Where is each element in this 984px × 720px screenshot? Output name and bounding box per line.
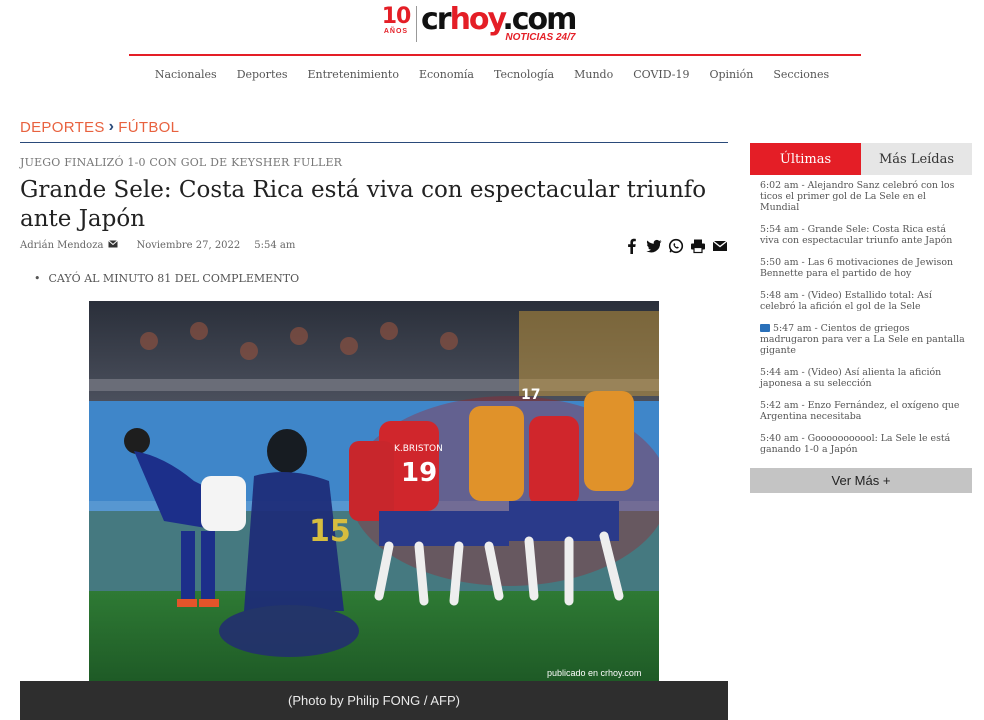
twitter-icon[interactable]: [646, 238, 662, 254]
site-logo[interactable]: 10 AÑOS crhoy.com NOTICIAS 24/7: [378, 4, 610, 46]
news-item[interactable]: 5:48 am - (Video) Estallido total: Así c…: [760, 290, 966, 312]
mail-icon[interactable]: [108, 240, 119, 251]
nav-nacionales[interactable]: Nacionales: [145, 68, 227, 81]
nav-entretenimiento[interactable]: Entretenimiento: [298, 68, 409, 81]
article-photo[interactable]: K.BRISTON 19 17 15 publicado en crhoy.co…: [89, 301, 659, 682]
breadcrumb-section[interactable]: DEPORTES: [20, 119, 105, 136]
chevron-right-icon: ›: [108, 118, 115, 135]
camera-icon: [760, 324, 770, 332]
nav-economia[interactable]: Economía: [409, 68, 484, 81]
nav-covid[interactable]: COVID-19: [623, 68, 699, 81]
nav-deportes[interactable]: Deportes: [227, 68, 298, 81]
jersey-number-17: 17: [521, 387, 540, 403]
nav-tecnologia[interactable]: Tecnología: [484, 68, 564, 81]
main-nav: Nacionales Deportes Entretenimiento Econ…: [0, 68, 984, 81]
nav-opinion[interactable]: Opinión: [699, 68, 763, 81]
article-title: Grande Sele: Costa Rica está viva con es…: [20, 177, 707, 232]
logo-word-b: hoy: [449, 2, 505, 37]
breadcrumb-divider: [20, 142, 728, 143]
breadcrumb-subsection[interactable]: FÚTBOL: [118, 119, 179, 136]
news-item[interactable]: 5:54 am - Grande Sele: Costa Rica está v…: [760, 224, 966, 246]
jersey-number-15: 15: [309, 514, 351, 549]
photo-credit: (Photo by Philip FONG / AFP): [20, 681, 728, 720]
logo-word-a: cr: [421, 2, 452, 37]
breadcrumb: DEPORTES › FÚTBOL: [20, 118, 179, 136]
jersey-number-19: 19: [401, 458, 437, 488]
latest-news-list: 6:02 am - Alejandro Sanz celebró con los…: [760, 180, 966, 466]
header-divider: [129, 54, 861, 56]
article-time: 5:54 am: [254, 240, 296, 251]
article-meta: Adrián Mendoza Noviembre 27, 2022 5:54 a…: [20, 240, 295, 251]
tab-most-read[interactable]: Más Leídas: [861, 143, 972, 175]
photo-watermark: publicado en crhoy.com: [547, 668, 641, 678]
logo-wordmark: crhoy.com NOTICIAS 24/7: [421, 2, 577, 44]
news-item-text: 5:47 am - Cientos de griegos madrugaron …: [760, 323, 965, 356]
news-item[interactable]: 5:40 am - Gooooooooool: La Sele le está …: [760, 433, 966, 455]
news-item[interactable]: 5:50 am - Las 6 motivaciones de Jewison …: [760, 257, 966, 279]
article-kicker: JUEGO FINALIZÓ 1-0 CON GOL DE KEYSHER FU…: [20, 156, 343, 169]
highlight-item: CAYÓ AL MINUTO 81 DEL COMPLEMENTO: [34, 272, 300, 285]
news-item[interactable]: 6:02 am - Alejandro Sanz celebró con los…: [760, 180, 966, 213]
nav-secciones[interactable]: Secciones: [763, 68, 839, 81]
anniversary-number: 10: [381, 4, 412, 29]
nav-mundo[interactable]: Mundo: [564, 68, 623, 81]
facebook-icon[interactable]: [624, 238, 640, 254]
jersey-name: K.BRISTON: [394, 444, 443, 454]
print-icon[interactable]: [690, 238, 706, 254]
article-date: Noviembre 27, 2022: [136, 240, 241, 251]
news-item[interactable]: 5:42 am - Enzo Fernández, el oxígeno que…: [760, 400, 966, 422]
share-bar: [624, 238, 728, 254]
match-photo-illustration: K.BRISTON 19 17 15 publicado en crhoy.co…: [89, 301, 659, 682]
news-item[interactable]: 5:44 am - (Video) Así alienta la afición…: [760, 367, 966, 389]
article-highlights: CAYÓ AL MINUTO 81 DEL COMPLEMENTO: [34, 272, 300, 285]
logo-divider: [416, 6, 417, 42]
anniversary-badge: 10 AÑOS: [378, 4, 414, 36]
whatsapp-icon[interactable]: [668, 238, 684, 254]
email-icon[interactable]: [712, 238, 728, 254]
see-more-button[interactable]: Ver Más +: [750, 468, 972, 493]
sidebar-tabs: Últimas Más Leídas: [750, 143, 972, 175]
logo-tagline: NOTICIAS 24/7: [505, 32, 576, 43]
tab-latest[interactable]: Últimas: [750, 143, 861, 175]
news-item-with-icon[interactable]: 5:47 am - Cientos de griegos madrugaron …: [760, 323, 966, 356]
author-name[interactable]: Adrián Mendoza: [20, 240, 103, 251]
anniversary-years: AÑOS: [383, 28, 409, 35]
